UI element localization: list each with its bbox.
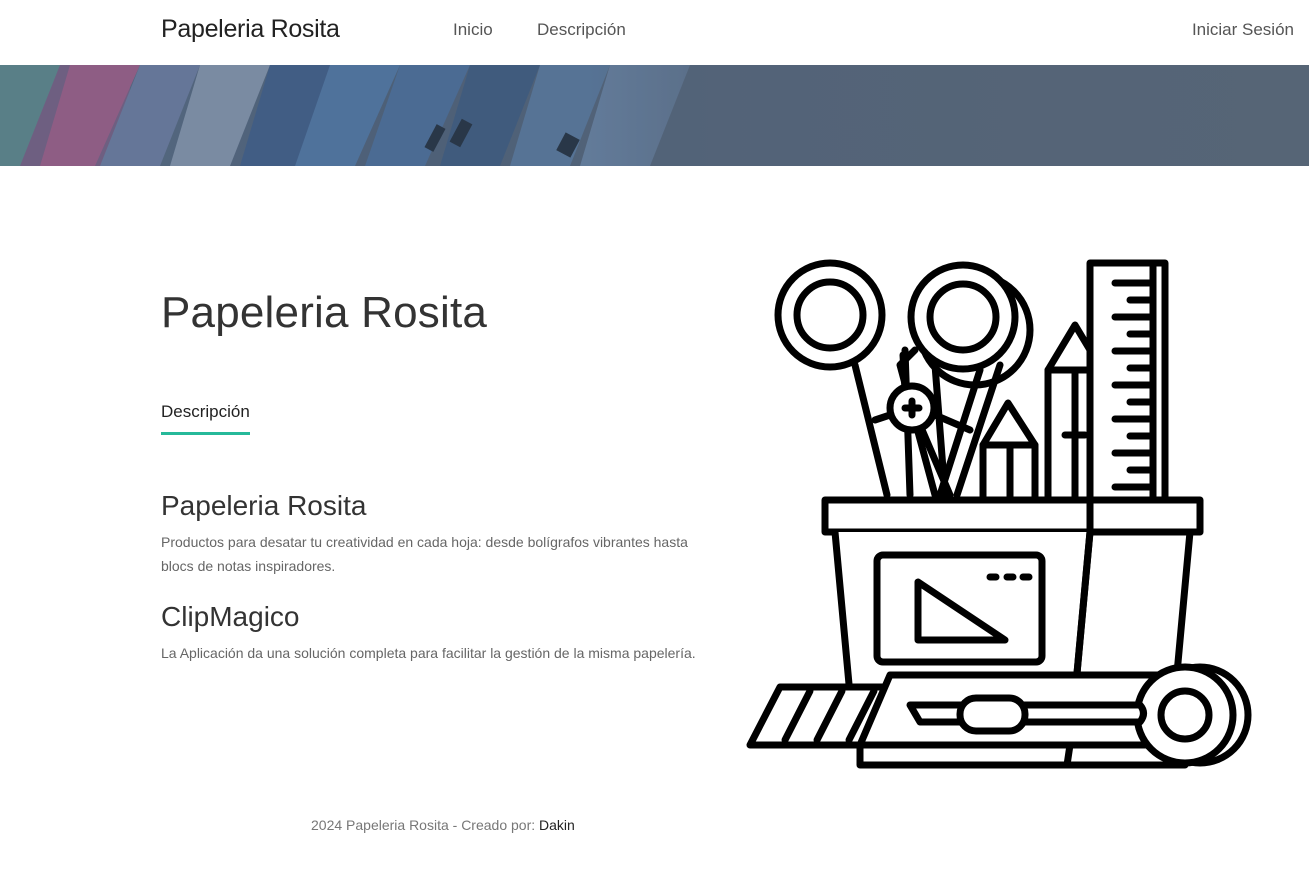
item-description: La Aplicación da una solución completa p… <box>161 645 696 661</box>
footer: 2024 Papeleria Rosita - Creado por: Daki… <box>311 817 575 833</box>
item-title: Papeleria Rosita <box>161 490 367 521</box>
nav-link-descripcion[interactable]: Descripción <box>537 20 626 40</box>
stationery-illustration <box>746 259 1252 769</box>
login-link[interactable]: Iniciar Sesión <box>1192 20 1294 40</box>
page-title: Papeleria Rosita <box>161 288 488 337</box>
brand-link[interactable]: Papeleria Rosita <box>161 15 340 44</box>
hero-banner <box>0 65 1309 166</box>
footer-author-link[interactable]: Dakin <box>539 817 575 833</box>
tab-descripcion[interactable]: Descripción <box>161 402 250 435</box>
nav-link-inicio[interactable]: Inicio <box>453 20 493 40</box>
navbar: Papeleria Rosita Inicio Descripción Inic… <box>0 0 1309 65</box>
item-description: Productos para desatar tu creatividad en… <box>161 534 688 574</box>
hero-stationery-image <box>0 65 1309 166</box>
item-title: ClipMagico <box>161 601 300 632</box>
footer-text: 2024 Papeleria Rosita - Creado por: <box>311 817 536 833</box>
